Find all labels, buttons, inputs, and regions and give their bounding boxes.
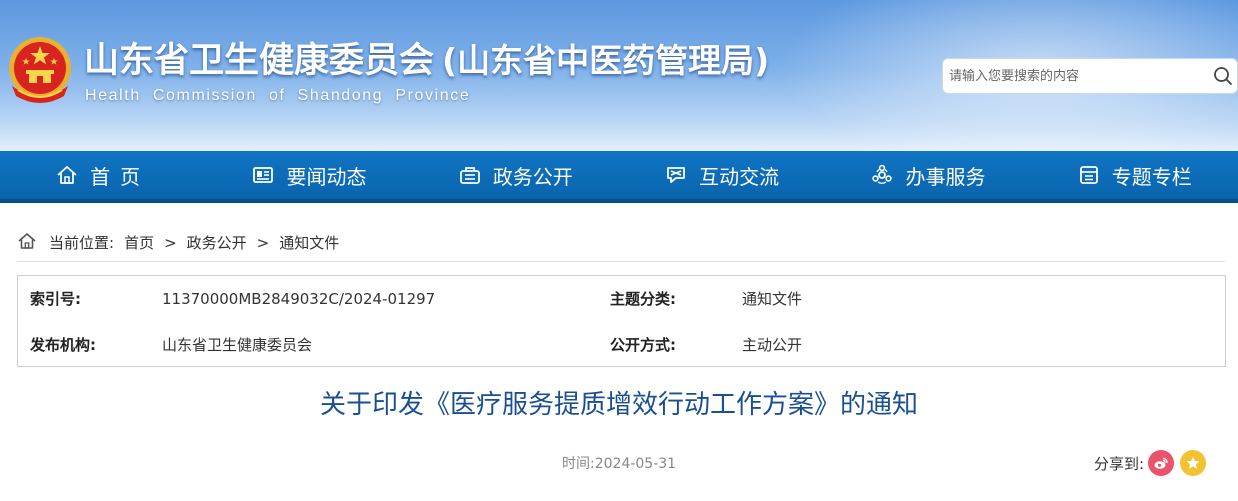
search-icon[interactable] bbox=[1213, 66, 1233, 86]
publisher-label: 发布机构: bbox=[30, 336, 96, 354]
nav-item-topic[interactable]: 专题专栏 bbox=[1032, 151, 1238, 199]
share-weibo-button[interactable] bbox=[1148, 450, 1175, 476]
breadcrumb-separator: > bbox=[164, 233, 177, 252]
site-title[interactable]: 山东省卫生健康委员会 (山东省中医药管理局) bbox=[84, 38, 769, 84]
share-label: 分享到: bbox=[1094, 454, 1145, 473]
nav-label-interaction: 互动交流 bbox=[699, 164, 780, 189]
site-english-name: Health Commission of Shandong Province bbox=[85, 87, 471, 104]
government-affairs-icon bbox=[459, 167, 480, 184]
category-label: 主题分类: bbox=[610, 290, 676, 308]
search-box bbox=[942, 58, 1238, 94]
share-favorite-button[interactable] bbox=[1180, 450, 1207, 476]
nav-item-service[interactable]: 办事服务 bbox=[825, 151, 1031, 199]
breadcrumb-item-government-affairs[interactable]: 政务公开 bbox=[187, 232, 247, 253]
meta-row: 索引号: 11370000MB2849032C/2024-01297 主题分类:… bbox=[18, 276, 1225, 322]
disclosure-value: 主动公开 bbox=[742, 336, 803, 354]
publisher-value: 山东省卫生健康委员会 bbox=[162, 336, 313, 354]
publish-time: 时间:2024-05-31 bbox=[562, 456, 677, 472]
favorite-icon bbox=[1186, 456, 1200, 469]
nav-label-topic: 专题专栏 bbox=[1111, 164, 1192, 189]
national-emblem-icon[interactable] bbox=[4, 34, 76, 108]
nav-item-home[interactable]: 首页 bbox=[0, 151, 206, 199]
interaction-icon bbox=[667, 167, 686, 183]
breadcrumb-item-notices[interactable]: 通知文件 bbox=[279, 232, 339, 253]
article-title: 关于印发《医疗服务提质增效行动工作方案》的通知 bbox=[319, 390, 918, 420]
topic-icon bbox=[1079, 166, 1098, 184]
index-label: 索引号: bbox=[30, 290, 81, 308]
home-icon bbox=[18, 232, 36, 249]
index-value: 11370000MB2849032C/2024-01297 bbox=[162, 290, 436, 308]
category-value: 通知文件 bbox=[742, 290, 803, 308]
nav-label-government-affairs: 政务公开 bbox=[492, 164, 573, 189]
share-bar: 分享到: bbox=[1094, 448, 1207, 478]
nav-label-service: 办事服务 bbox=[905, 164, 986, 189]
document-meta-table: 索引号: 11370000MB2849032C/2024-01297 主题分类:… bbox=[17, 275, 1226, 367]
weibo-icon bbox=[1154, 457, 1168, 469]
breadcrumb-item-home[interactable]: 首页 bbox=[124, 232, 154, 253]
service-icon bbox=[872, 164, 893, 184]
site-title-sub: (山东省中医药管理局) bbox=[442, 41, 770, 80]
breadcrumb-separator: > bbox=[256, 233, 270, 252]
meta-row: 发布机构: 山东省卫生健康委员会 公开方式: 主动公开 bbox=[18, 322, 1225, 368]
site-title-main: 山东省卫生健康委员会 bbox=[84, 41, 435, 81]
site-header: 山东省卫生健康委员会 (山东省中医药管理局) Health Commission … bbox=[0, 0, 1238, 151]
disclosure-label: 公开方式: bbox=[610, 336, 676, 354]
home-icon bbox=[57, 166, 77, 184]
nav-label-home: 首页 bbox=[90, 164, 151, 189]
search-input[interactable] bbox=[949, 59, 1207, 93]
nav-item-interaction[interactable]: 互动交流 bbox=[619, 151, 825, 199]
nav-item-government-affairs[interactable]: 政务公开 bbox=[413, 151, 619, 199]
breadcrumb: 当前位置: 首页 > 政务公开 > 通知文件 bbox=[17, 224, 1225, 262]
news-icon bbox=[253, 167, 274, 183]
nav-label-news: 要闻动态 bbox=[286, 164, 367, 189]
main-nav: 首页 要闻动态 政务公开 互动交流 办事服务 专题专栏 bbox=[0, 151, 1238, 203]
nav-item-news[interactable]: 要闻动态 bbox=[206, 151, 412, 199]
breadcrumb-prefix: 当前位置: bbox=[49, 234, 115, 252]
